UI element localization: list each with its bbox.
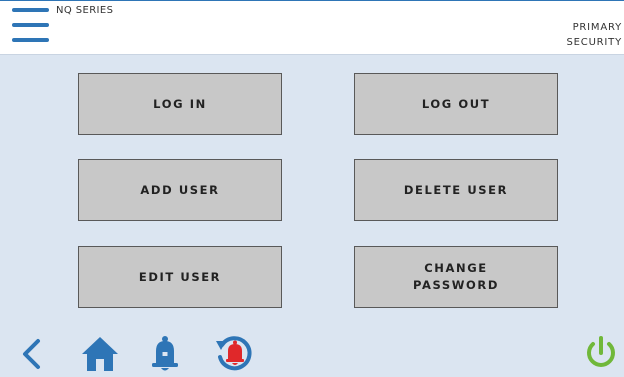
page-title-line1: PRIMARY bbox=[572, 22, 622, 33]
log-in-button[interactable]: LOG IN bbox=[78, 73, 282, 135]
page-title-line2: SECURITY bbox=[566, 37, 622, 48]
add-user-button[interactable]: ADD USER bbox=[78, 159, 282, 221]
main-panel: LOG IN LOG OUT ADD USER DELETE USER EDIT… bbox=[0, 54, 624, 329]
series-title: NQ SERIES bbox=[56, 5, 114, 16]
log-out-button[interactable]: LOG OUT bbox=[354, 73, 558, 135]
home-icon[interactable] bbox=[80, 335, 120, 373]
back-arrow-icon[interactable] bbox=[18, 338, 44, 370]
alarm-history-icon[interactable] bbox=[214, 333, 254, 373]
menu-bar bbox=[12, 8, 49, 12]
menu-bar bbox=[12, 23, 49, 27]
header: NQ SERIES PRIMARY SECURITY bbox=[0, 0, 624, 54]
edit-user-button[interactable]: EDIT USER bbox=[78, 246, 282, 308]
header-accent-line bbox=[0, 0, 624, 1]
footer-nav bbox=[0, 329, 624, 377]
change-password-button[interactable]: CHANGE PASSWORD bbox=[354, 246, 558, 308]
delete-user-button[interactable]: DELETE USER bbox=[354, 159, 558, 221]
menu-bar bbox=[12, 38, 49, 42]
security-screen: NQ SERIES PRIMARY SECURITY LOG IN LOG OU… bbox=[0, 0, 624, 377]
hamburger-menu-icon[interactable] bbox=[12, 8, 50, 44]
bell-icon[interactable] bbox=[150, 334, 180, 372]
power-icon[interactable] bbox=[584, 335, 618, 371]
page-title: PRIMARY SECURITY bbox=[502, 20, 622, 50]
